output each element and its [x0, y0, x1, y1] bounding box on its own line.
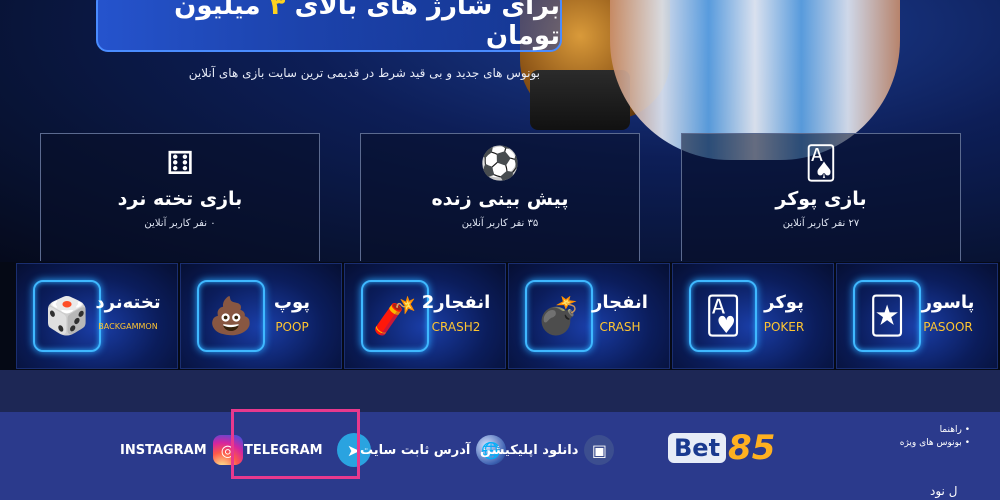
spacer-band: [0, 370, 1000, 412]
hero-banner: برای شارژ های بالای ۳ میلیون تومان بونوس…: [0, 0, 1000, 262]
footer: INSTAGRAM ◎ TELEGRAM ➤ آدرس ثابت سایت 🌐 …: [0, 412, 1000, 500]
game-tile-pasoor[interactable]: 🃏 پاسور PASOOR: [836, 263, 998, 369]
game-subtitle: CRASH2: [431, 320, 481, 334]
promo-subtitle: بونوس های جدید و بی قید شرط در قدیمی تری…: [188, 66, 540, 80]
site-logo[interactable]: Bet 85: [668, 424, 776, 472]
category-title: پیش بینی زنده: [431, 188, 569, 210]
category-title: بازی پوکر: [775, 188, 867, 210]
category-live-betting[interactable]: ⚽ پیش بینی زنده ۳۵ نفر کاربر آنلاین: [360, 133, 640, 261]
game-tile-poker[interactable]: 🂱 پوکر POKER: [672, 263, 834, 369]
soccer-ball-icon: ⚽: [480, 144, 520, 182]
poop-icon: 💩: [197, 280, 265, 352]
instagram-link[interactable]: INSTAGRAM ◎: [120, 432, 243, 468]
game-name: پاسور: [921, 292, 975, 313]
site-address-label: آدرس ثابت سایت: [360, 442, 471, 458]
dice-icon: ⚅: [166, 144, 194, 182]
game-subtitle: POKER: [763, 320, 805, 334]
category-online-count: ۳۵ نفر کاربر آنلاین: [461, 218, 539, 229]
telegram-highlight-box: [231, 409, 360, 479]
game-subtitle: POOP: [275, 320, 309, 334]
card-fan-icon: 🃏: [853, 280, 921, 352]
android-icon: ▣: [584, 435, 615, 465]
footer-more-text: ل نود: [930, 484, 958, 498]
game-tile-crash[interactable]: 💣 انفجار CRASH: [508, 263, 670, 369]
footer-links: راهنما بونوس های ویژه: [870, 425, 970, 451]
logo-number: 85: [728, 428, 776, 468]
promo-box[interactable]: برای شارژ های بالای ۳ میلیون تومان: [96, 0, 562, 52]
game-tile-crash2[interactable]: 🧨 انفجار2 CRASH2: [344, 263, 506, 369]
game-name: پوکر: [764, 292, 804, 313]
footer-link-guide[interactable]: راهنما: [870, 425, 970, 435]
game-subtitle: BACKGAMMON: [98, 322, 158, 331]
game-tile-backgammon[interactable]: 🎲 تخته‌نرد BACKGAMMON: [16, 263, 178, 369]
games-row: 🎲 تخته‌نرد BACKGAMMON 💩 پوپ POOP 🧨 انفجا…: [0, 262, 1000, 370]
game-name: انفجار: [592, 292, 648, 313]
category-backgammon[interactable]: ⚅ بازی تخته نرد ۰ نفر کاربر آنلاین: [40, 133, 320, 261]
download-app-link[interactable]: دانلود اپلیکیشن ▣: [480, 432, 615, 468]
game-tile-poop[interactable]: 💩 پوپ POOP: [180, 263, 342, 369]
playing-cards-icon: 🂡: [804, 144, 838, 182]
logo-text: Bet: [668, 433, 727, 463]
dynamite-icon: 🧨: [361, 280, 429, 352]
footer-link-bonuses[interactable]: بونوس های ویژه: [870, 438, 970, 448]
game-name: تخته‌نرد: [95, 292, 161, 313]
bomb-icon: 💣: [525, 280, 593, 352]
download-app-label: دانلود اپلیکیشن: [480, 442, 579, 458]
poker-chips-icon: 🂱: [689, 280, 757, 352]
game-subtitle: PASOOR: [923, 320, 973, 334]
promo-title: برای شارژ های بالای ۳ میلیون تومان: [174, 0, 560, 51]
category-poker[interactable]: 🂡 بازی پوکر ۲۷ نفر کاربر آنلاین: [681, 133, 961, 261]
game-name: انفجار2: [421, 292, 491, 313]
category-title: بازی تخته نرد: [117, 188, 243, 210]
category-online-count: ۲۷ نفر کاربر آنلاین: [782, 218, 860, 229]
game-name: پوپ: [273, 292, 311, 313]
trophy-base-image: [530, 70, 630, 130]
game-subtitle: CRASH: [599, 320, 641, 334]
dice-icon: 🎲: [33, 280, 101, 352]
category-online-count: ۰ نفر کاربر آنلاین: [144, 218, 216, 229]
instagram-label: INSTAGRAM: [120, 442, 207, 458]
